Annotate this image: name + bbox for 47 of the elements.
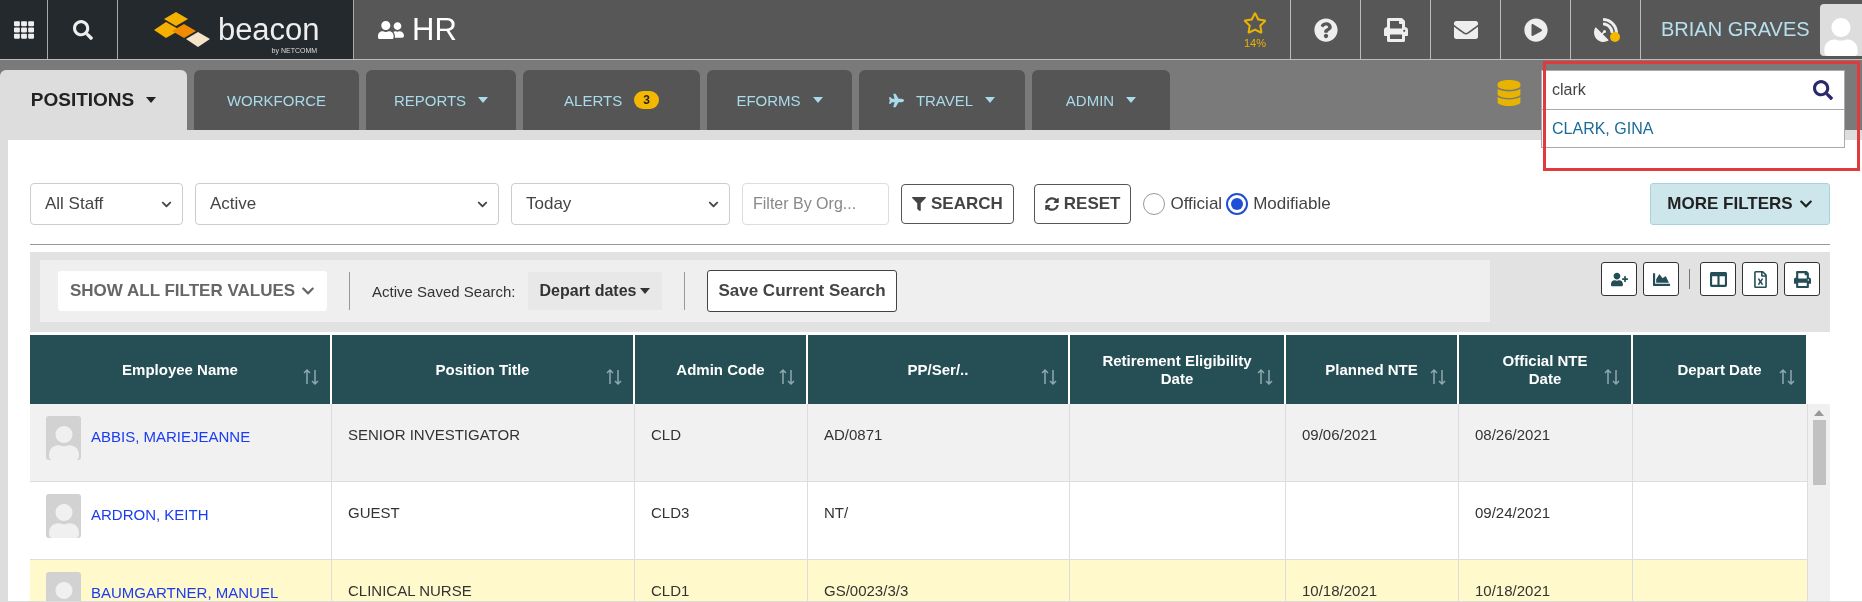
table-cell: NT/ xyxy=(824,504,849,521)
nav-tab[interactable]: WORKFORCE xyxy=(194,70,359,130)
app-title: HR xyxy=(412,11,457,48)
date-select[interactable]: Today xyxy=(511,183,730,225)
nav-tab[interactable]: EFORMS xyxy=(707,70,852,130)
nav-tab[interactable]: ALERTS 3 xyxy=(523,70,700,130)
reset-button[interactable]: RESET xyxy=(1033,184,1132,224)
table-cell: CLD xyxy=(651,426,681,443)
table-cell: GUEST xyxy=(348,504,400,521)
table-cell: CLD1 xyxy=(651,582,690,599)
save-search-button[interactable]: Save Current Search xyxy=(707,270,897,312)
table-cell: CLINICAL NURSE xyxy=(348,582,472,599)
quick-search-field[interactable]: clark xyxy=(1541,70,1845,110)
logo-text: beacon xyxy=(217,14,320,45)
more-filters-button[interactable]: MORE FILTERS xyxy=(1650,183,1830,225)
table-cell: GS/0023/3/3 xyxy=(824,582,909,599)
nav-tab[interactable]: TRAVEL xyxy=(859,70,1025,130)
org-filter-field[interactable]: Filter By Org... xyxy=(742,183,889,225)
search-button[interactable]: SEARCH xyxy=(901,184,1014,224)
saved-search-label: Active Saved Search: xyxy=(372,282,516,300)
table-cell: 09/06/2021 xyxy=(1302,426,1378,443)
user-name[interactable]: BRIAN GRAVES xyxy=(1661,18,1810,41)
table-row[interactable]: ABBIS, MARIEJEANNE SENIOR INVESTIGATOR CLD AD/0871 09/06/2021 08/26/2021 xyxy=(30,404,1808,482)
table-row[interactable]: ARDRON, KEITH GUEST CLD3 NT/ 09/24/2021 xyxy=(30,482,1808,560)
nav-tab[interactable]: ADMIN xyxy=(1032,70,1170,130)
employee-link[interactable]: ABBIS, MARIEJEANNE xyxy=(91,428,251,445)
staff-select[interactable]: All Staff xyxy=(30,183,183,225)
table-cell: AD/0871 xyxy=(824,426,883,443)
table-cell: CLD3 xyxy=(651,504,690,521)
show-all-filters-button[interactable]: SHOW ALL FILTER VALUES xyxy=(58,271,328,311)
star-percent: 14% xyxy=(1244,36,1266,49)
nav-tab[interactable]: POSITIONS xyxy=(0,70,187,130)
alert-count: 3 xyxy=(634,91,659,109)
radio-label: Official xyxy=(1170,194,1223,214)
radio-label: Modifiable xyxy=(1253,194,1331,214)
table-cell: 08/26/2021 xyxy=(1475,426,1551,443)
saved-search-dropdown[interactable]: Depart dates xyxy=(527,272,663,310)
status-select[interactable]: Active xyxy=(195,183,499,225)
table-cell: 10/18/2021 xyxy=(1302,582,1378,599)
table-cell: 10/18/2021 xyxy=(1475,582,1551,599)
table-row[interactable]: BAUMGARTNER, MANUEL CLINICAL NURSE CLD1 GS/0023/3/3 10/18/2021 10/18/2021 xyxy=(30,560,1808,601)
employee-link[interactable]: BAUMGARTNER, MANUEL xyxy=(91,584,279,601)
table-cell: SENIOR INVESTIGATOR xyxy=(348,426,520,443)
nav-tab[interactable]: REPORTS xyxy=(366,70,516,130)
table-cell: 09/24/2021 xyxy=(1475,504,1551,521)
employee-link[interactable]: ARDRON, KEITH xyxy=(91,506,209,523)
suggestion-item[interactable]: CLARK, GINA xyxy=(1541,110,1845,148)
